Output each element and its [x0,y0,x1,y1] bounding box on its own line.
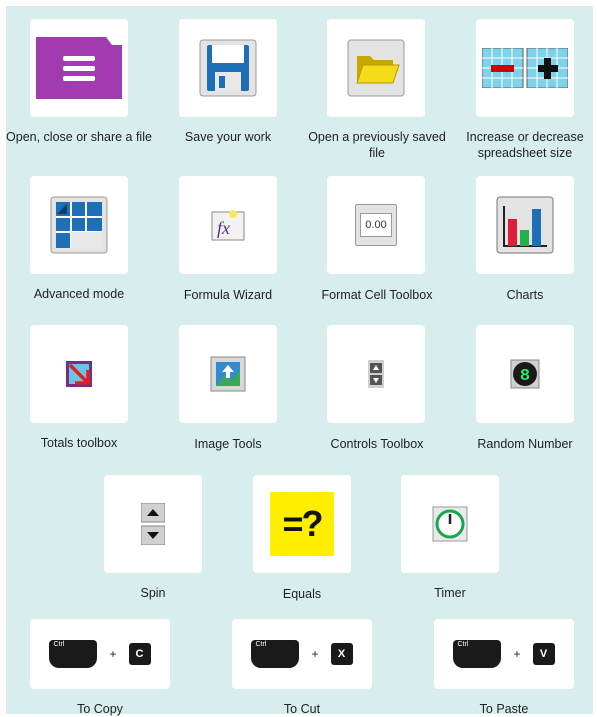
timer-tile[interactable] [401,475,499,573]
file-menu-tile[interactable] [30,19,128,117]
copy-shortcut-tile: Ctrl + C [30,619,170,689]
charts-label: Charts [506,288,544,302]
ctrl-key-label: Ctrl [255,641,267,648]
ctrl-key-icon: Ctrl [251,640,300,668]
open-tile[interactable] [327,19,425,117]
bar-chart-icon [496,196,554,254]
x-key-label: X [337,648,346,660]
cut-label: To Cut [283,702,321,716]
equals-text: =? [282,503,323,544]
c-key-label: C [135,648,144,660]
plus-sign: + [513,647,521,661]
copy-label: To Copy [77,702,123,716]
spin-label: Spin [140,586,166,600]
ctrl-key-label: Ctrl [53,641,65,648]
advanced-mode-tile[interactable] [30,176,128,274]
plus-sign: + [109,647,117,661]
random-number-tile[interactable]: 8 [476,325,574,423]
floppy-disk-icon [199,39,257,97]
equals-question-icon: =? [270,492,334,556]
paste-label: To Paste [479,702,529,716]
timer-icon [432,506,468,542]
totals-icon [66,361,92,387]
v-key-label: V [539,648,548,660]
random-number-icon: 8 [510,359,540,389]
random-number-label: Random Number [477,437,573,451]
image-icon [210,356,246,392]
x-key-icon: X [330,643,353,665]
totals-label: Totals toolbox [40,436,118,450]
ctrl-key-icon: Ctrl [49,640,98,668]
resize-grid-icon [482,48,568,88]
charts-tile[interactable] [476,176,574,274]
save-tile[interactable] [179,19,277,117]
resize-tile[interactable] [476,19,574,117]
folder-icon [347,39,405,97]
totals-tile[interactable] [30,325,128,423]
image-tools-tile[interactable] [179,325,277,423]
table-grid-icon [50,196,108,254]
spin-buttons-icon [141,503,165,545]
file-menu-label: Open, close or share a file [6,130,152,144]
paste-shortcut-tile: Ctrl + V [434,619,574,689]
format-cell-tile[interactable]: 0.00 [327,176,425,274]
file-menu-icon [36,37,122,99]
open-label: Open a previously saved file [308,130,446,160]
format-cell-label: Format Cell Toolbox [321,288,433,302]
random-digit-text: 8 [520,367,530,386]
cut-shortcut-tile: Ctrl + X [232,619,372,689]
timer-label: Timer [434,586,466,600]
plus-sign: + [311,647,319,661]
formula-wizard-label: Formula Wizard [183,288,273,302]
ctrl-key-icon: Ctrl [453,640,502,668]
svg-text:fx: fx [217,218,230,238]
v-key-icon: V [532,643,555,665]
formula-fx-icon: fx [211,210,245,241]
controls-toolbox-label: Controls Toolbox [330,437,424,451]
formula-wizard-tile[interactable]: fx [179,176,277,274]
controls-toolbox-tile[interactable] [327,325,425,423]
ctrl-key-label: Ctrl [457,641,469,648]
format-value-text: 0.00 [360,213,392,237]
spin-tile[interactable] [104,475,202,573]
number-format-icon: 0.00 [355,204,397,246]
equals-tile[interactable]: =? [253,475,351,573]
spin-control-icon [368,360,384,388]
image-tools-label: Image Tools [194,437,262,451]
advanced-mode-label: Advanced mode [33,287,125,301]
save-label: Save your work [184,130,272,144]
c-key-icon: C [128,643,151,665]
equals-label: Equals [282,587,322,601]
resize-label: Increase or decrease spreadsheet size [466,130,584,160]
